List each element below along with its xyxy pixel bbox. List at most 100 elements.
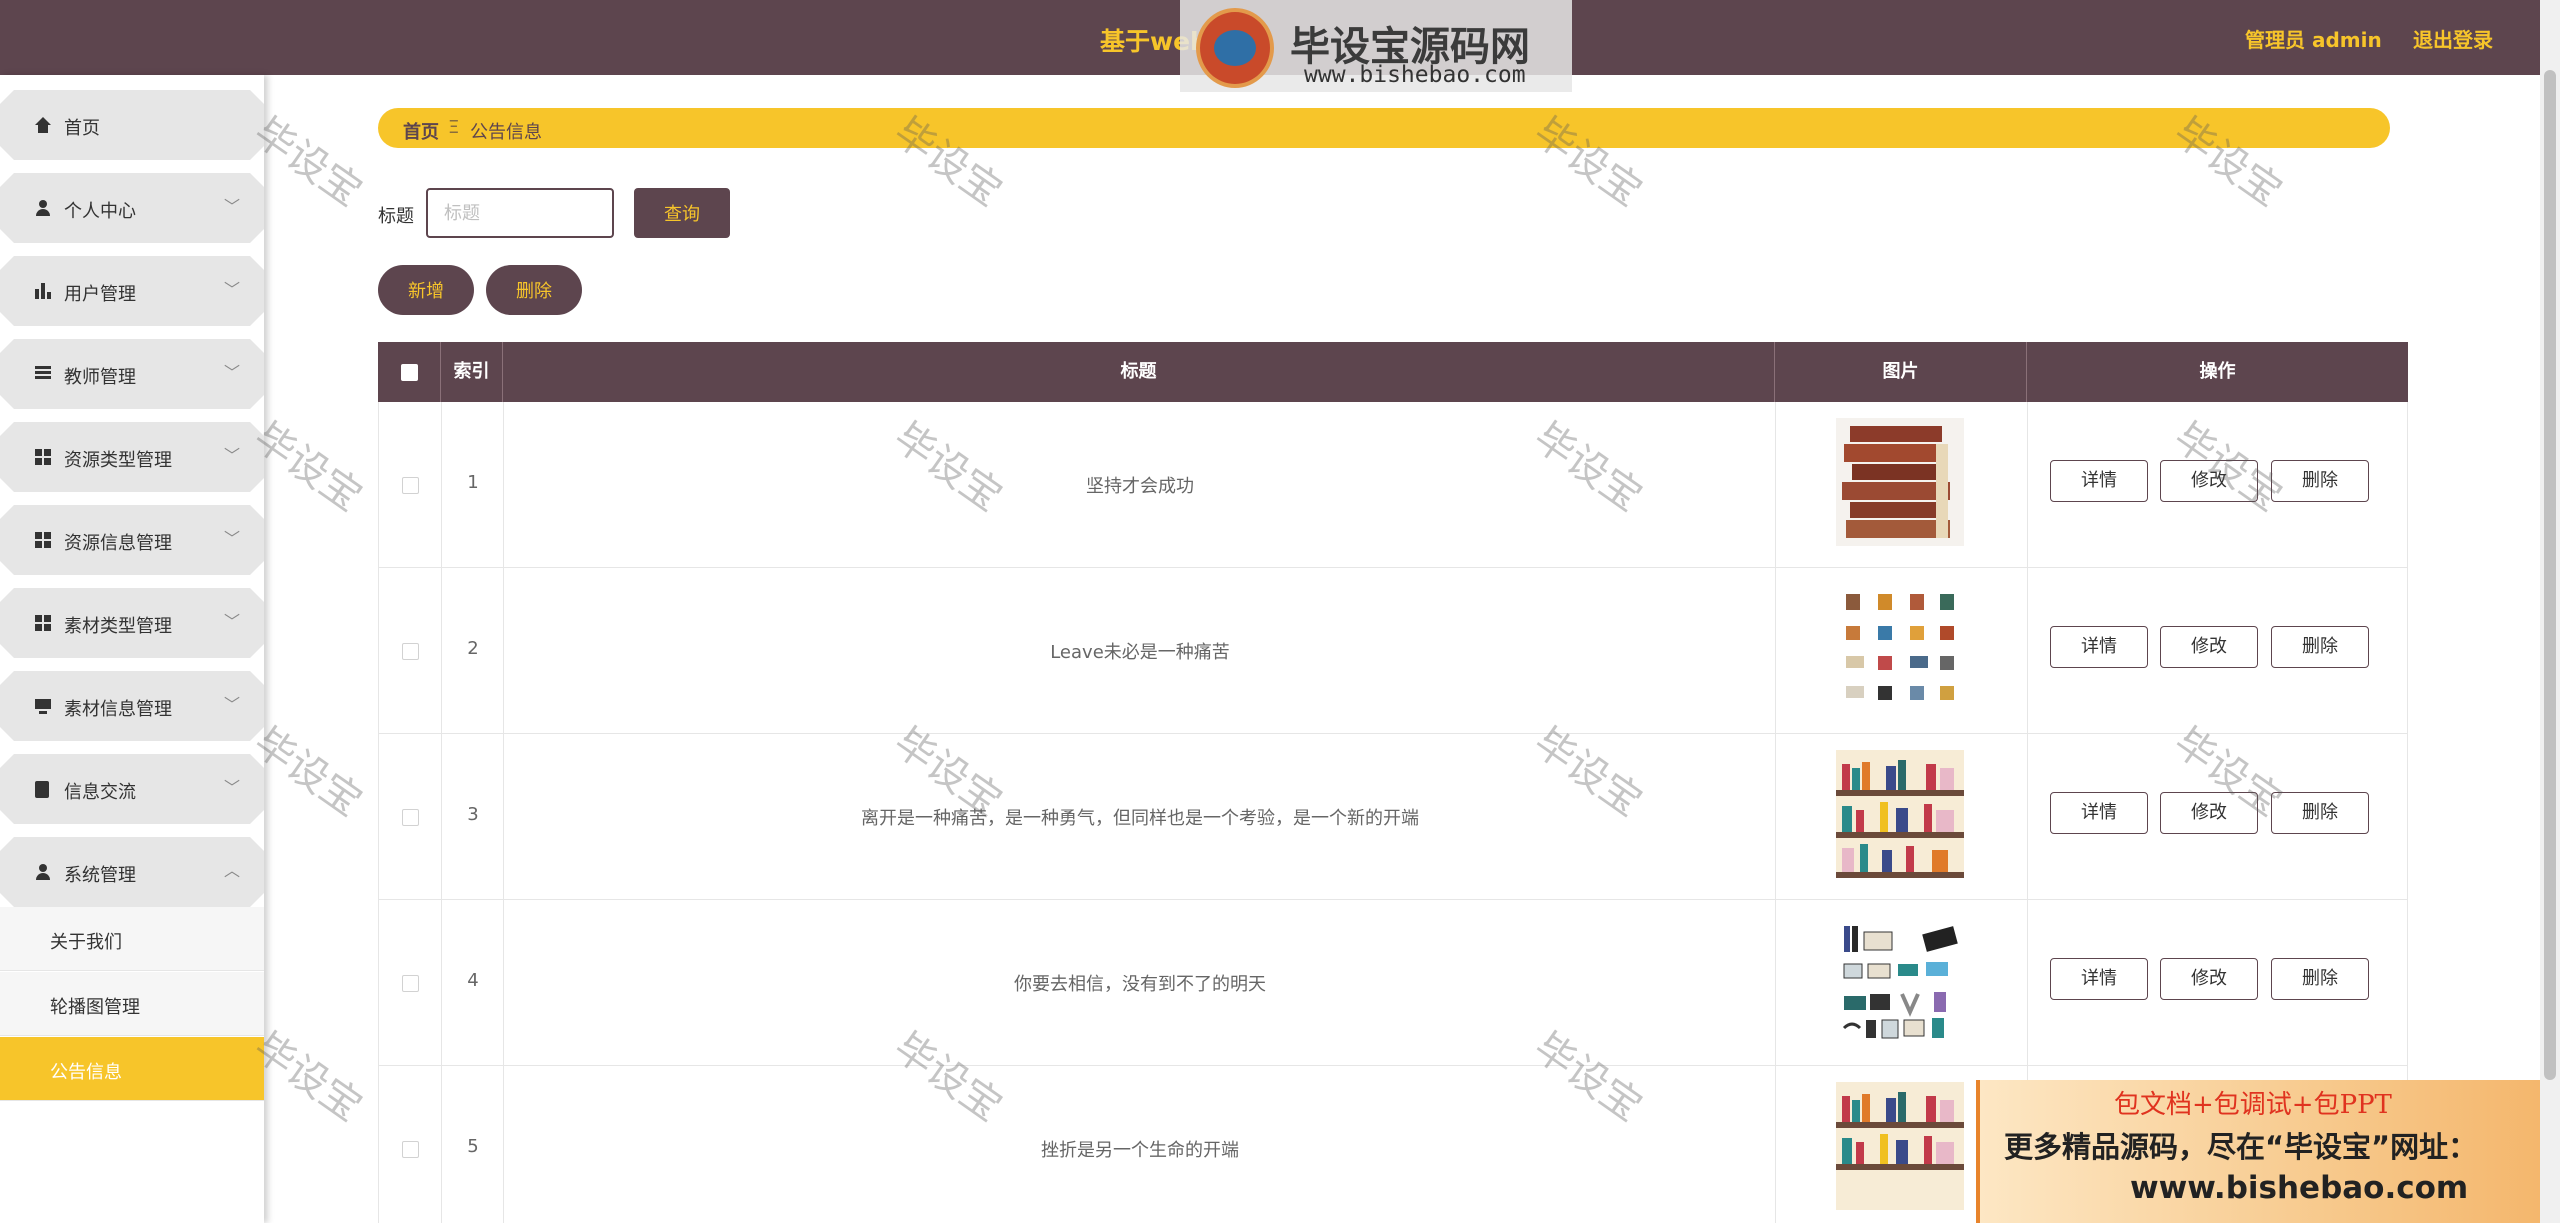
row-index: 3	[467, 804, 479, 825]
site-logo: 毕设宝源码网 www.bishebao.com	[1180, 0, 1572, 92]
sidebar-item-label: 系统管理	[64, 865, 136, 886]
row-title: Leave未必是一种痛苦	[1050, 642, 1230, 663]
table-row: 1 坚持才会成功 详情 修改 删除	[378, 402, 2408, 568]
search-label: 标题	[378, 206, 414, 227]
detail-button[interactable]: 详情	[2050, 792, 2148, 834]
breadcrumb: 首页 Ξ 公告信息	[378, 108, 2390, 148]
batch-delete-button[interactable]: 删除	[486, 265, 582, 315]
sidebar-item-system-management[interactable]: 系统管理 ︿	[0, 837, 264, 907]
sidebar-item-resource-info[interactable]: 资源信息管理 ﹀	[0, 505, 264, 575]
sidebar-item-material-type[interactable]: 素材类型管理 ﹀	[0, 588, 264, 658]
delete-button[interactable]: 删除	[2271, 958, 2369, 1000]
edit-button[interactable]: 修改	[2160, 460, 2258, 502]
row-checkbox[interactable]	[402, 975, 419, 992]
row-index: 4	[467, 970, 479, 991]
table-row: 3 离开是一种痛苦，是一种勇气，但同样也是一个考验，是一个新的开端 详情 修改 …	[378, 734, 2408, 900]
grid-icon	[35, 615, 52, 632]
breadcrumb-separator: Ξ	[448, 117, 460, 138]
delete-button[interactable]: 删除	[2271, 460, 2369, 502]
edit-button[interactable]: 修改	[2160, 792, 2258, 834]
admin-user-label: 管理员 admin	[2245, 28, 2382, 52]
chevron-up-icon: ︿	[224, 861, 241, 880]
sidebar-item-label: 素材类型管理	[64, 616, 172, 637]
table-row: 4 你要去相信，没有到不了的明天 详情 修改 删除	[378, 900, 2408, 1066]
logo-url: www.bishebao.com	[1304, 62, 1526, 88]
detail-button[interactable]: 详情	[2050, 958, 2148, 1000]
vertical-scrollbar[interactable]	[2540, 0, 2560, 1223]
grid-icon	[35, 532, 52, 549]
detail-button[interactable]: 详情	[2050, 460, 2148, 502]
sidebar-item-label: 资源信息管理	[64, 533, 172, 554]
sidebar-item-personal-center[interactable]: 个人中心 ﹀	[0, 173, 264, 243]
row-checkbox[interactable]	[402, 477, 419, 494]
row-index: 2	[467, 638, 479, 659]
promo-url: www.bishebao.com	[2130, 1170, 2469, 1206]
chevron-down-icon: ﹀	[224, 529, 241, 548]
row-title: 挫折是另一个生命的开端	[1041, 1140, 1239, 1161]
row-title: 坚持才会成功	[1086, 476, 1194, 497]
table-header: 索引 标题 图片 操作	[378, 342, 2408, 402]
breadcrumb-current: 公告信息	[470, 122, 542, 143]
table-row: 2 Leave未必是一种痛苦 详情 修改 删除	[378, 568, 2408, 734]
sidebar-item-label: 个人中心	[64, 201, 136, 222]
row-title: 你要去相信，没有到不了的明天	[1014, 974, 1266, 995]
logout-button[interactable]: 退出登录	[2413, 24, 2493, 53]
row-index: 5	[467, 1136, 479, 1157]
sidebar-subitem-announcements[interactable]: 公告信息	[0, 1037, 264, 1101]
sidebar-subitem-label: 公告信息	[50, 1062, 122, 1083]
row-checkbox[interactable]	[402, 643, 419, 660]
sidebar-subitem-label: 关于我们	[50, 932, 122, 953]
edit-button[interactable]: 修改	[2160, 958, 2258, 1000]
title-search-input[interactable]	[426, 188, 614, 238]
sidebar-subitem-carousel[interactable]: 轮播图管理	[0, 972, 264, 1036]
logo-badge-icon	[1196, 8, 1274, 88]
promo-banner[interactable]: 包文档+包调试+包PPT 更多精品源码，尽在“毕设宝”网址： www.bishe…	[1976, 1080, 2560, 1223]
sidebar-subitem-label: 轮播图管理	[50, 997, 140, 1018]
library-icons-image	[1836, 584, 1964, 712]
sidebar-item-info-exchange[interactable]: 信息交流 ﹀	[0, 754, 264, 824]
row-checkbox[interactable]	[402, 809, 419, 826]
sidebar-item-resource-type[interactable]: 资源类型管理 ﹀	[0, 422, 264, 492]
list-icon	[35, 366, 52, 383]
delete-button[interactable]: 删除	[2271, 626, 2369, 668]
add-button[interactable]: 新增	[378, 265, 474, 315]
header-select-all-cell	[378, 342, 441, 402]
user-icon	[35, 200, 52, 217]
sidebar-item-material-info[interactable]: 素材信息管理 ﹀	[0, 671, 264, 741]
column-header-actions: 操作	[2199, 361, 2236, 382]
sidebar-item-label: 用户管理	[64, 284, 136, 305]
promo-line-1: 包文档+包调试+包PPT	[2114, 1090, 2392, 1120]
edit-button[interactable]: 修改	[2160, 626, 2258, 668]
select-all-checkbox[interactable]	[401, 364, 418, 381]
chevron-down-icon: ﹀	[224, 280, 241, 299]
bar-chart-icon	[35, 283, 52, 300]
delete-button[interactable]: 删除	[2271, 792, 2369, 834]
detail-button[interactable]: 详情	[2050, 626, 2148, 668]
chevron-down-icon: ﹀	[224, 363, 241, 382]
sidebar-item-label: 信息交流	[64, 782, 136, 803]
query-button[interactable]: 查询	[634, 188, 730, 238]
sidebar-subitem-about-us[interactable]: 关于我们	[0, 907, 264, 971]
row-title: 离开是一种痛苦，是一种勇气，但同样也是一个考验，是一个新的开端	[861, 808, 1419, 829]
row-checkbox[interactable]	[402, 1141, 419, 1158]
sidebar-item-teacher-management[interactable]: 教师管理 ﹀	[0, 339, 264, 409]
chevron-down-icon: ﹀	[224, 695, 241, 714]
sidebar-item-home[interactable]: 首页	[0, 90, 264, 160]
column-header-image: 图片	[1775, 342, 2027, 402]
chevron-down-icon: ﹀	[224, 197, 241, 216]
scrollbar-thumb[interactable]	[2544, 70, 2556, 1080]
stacked-books-image	[1836, 418, 1964, 546]
user-icon	[35, 864, 52, 881]
grid-icon	[35, 449, 52, 466]
promo-line-2: 更多精品源码，尽在“毕设宝”网址：	[2004, 1130, 2478, 1164]
bookshelf-image	[1836, 1082, 1964, 1210]
column-header-title: 标题	[503, 342, 1775, 402]
breadcrumb-home-link[interactable]: 首页	[403, 118, 439, 144]
sidebar-item-label: 首页	[64, 118, 100, 139]
monitor-icon	[35, 698, 52, 715]
sidebar-item-user-management[interactable]: 用户管理 ﹀	[0, 256, 264, 326]
sidebar: 首页 个人中心 ﹀ 用户管理 ﹀ 教师管理 ﹀ 资源类型管理 ﹀ 资源信息管理 …	[0, 75, 264, 1223]
book-icons-image	[1836, 916, 1964, 1044]
bookshelf-image	[1836, 750, 1964, 878]
chevron-down-icon: ﹀	[224, 446, 241, 465]
